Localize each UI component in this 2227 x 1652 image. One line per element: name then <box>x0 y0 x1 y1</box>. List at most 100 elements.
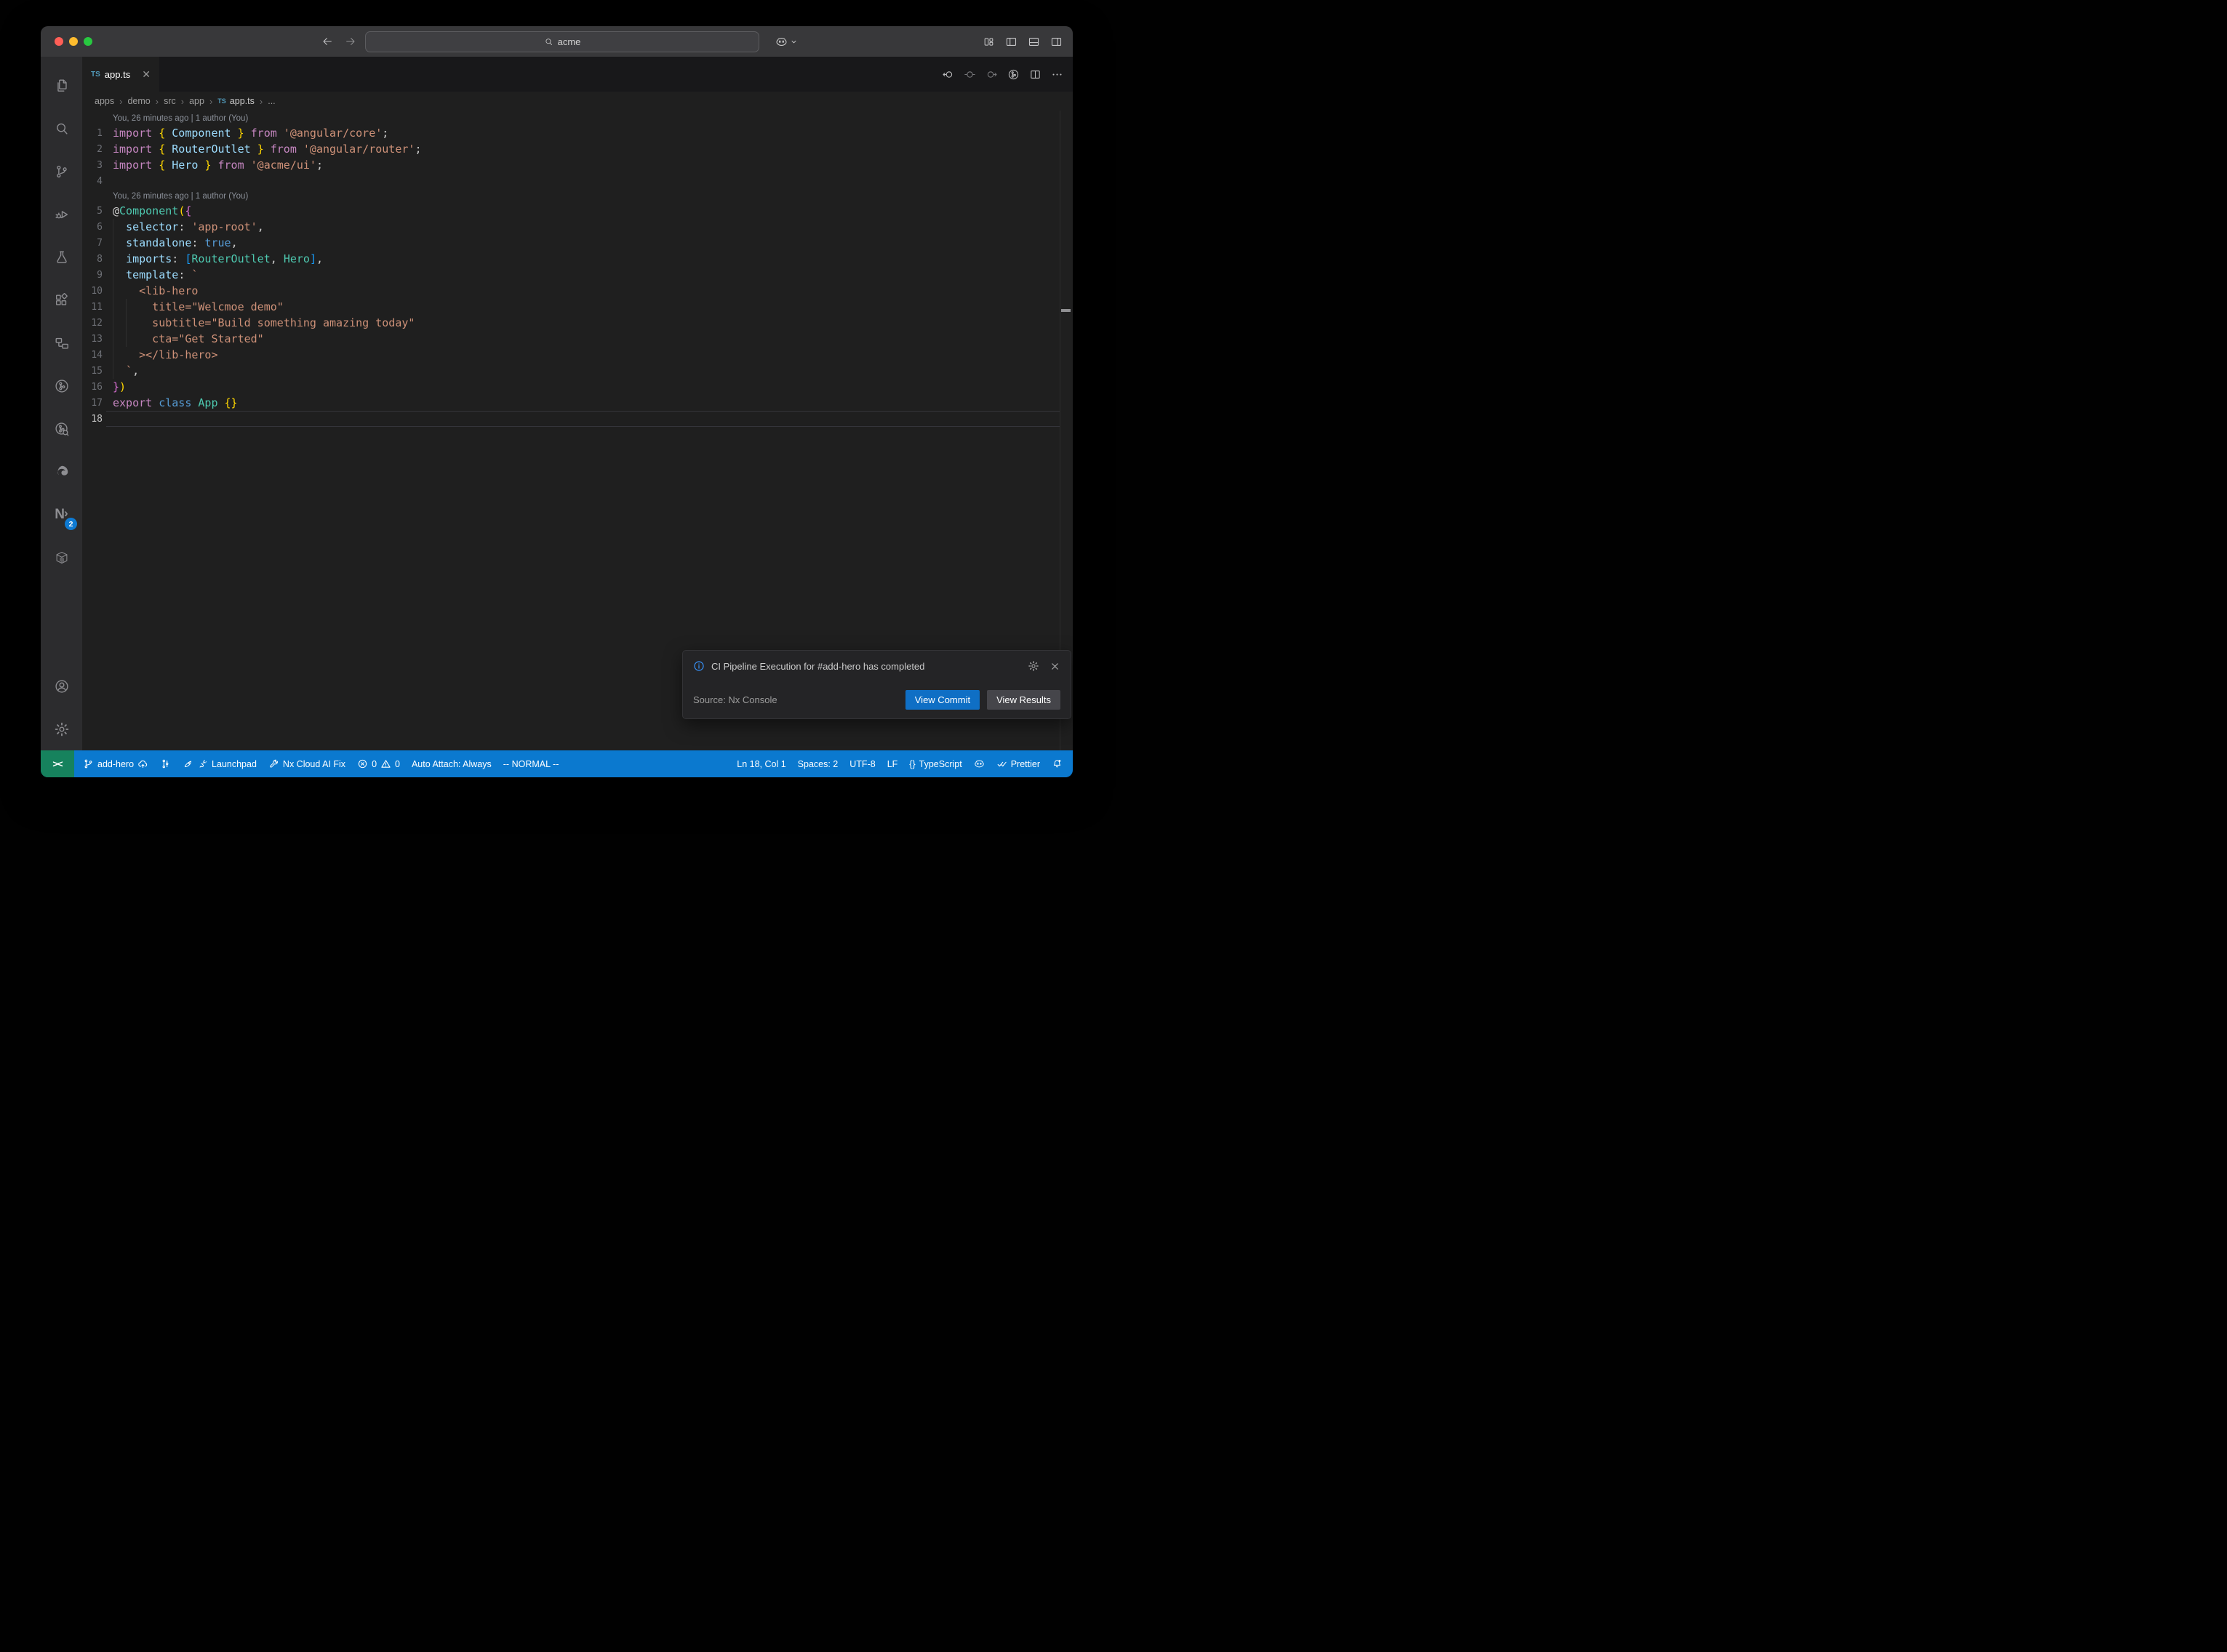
nav-back-icon[interactable] <box>942 68 954 81</box>
remote-indicator[interactable]: >< <box>41 750 74 777</box>
activity-item-edge-devtools[interactable] <box>41 450 82 493</box>
line-number[interactable]: 18 <box>82 414 103 425</box>
split-editor-icon[interactable] <box>1029 68 1041 81</box>
command-center[interactable]: acme <box>365 31 759 52</box>
breadcrumb-item-file[interactable]: TS app.ts <box>217 96 255 106</box>
prettier-item[interactable]: Prettier <box>991 750 1046 777</box>
zoom-window-button[interactable] <box>84 37 92 46</box>
view-results-button[interactable]: View Results <box>987 690 1060 710</box>
tab-app-ts[interactable]: TS app.ts ✕ <box>82 57 159 92</box>
line-number[interactable]: 13 <box>82 334 103 345</box>
launchpad-item[interactable]: Launchpad <box>177 750 263 777</box>
code-line-14[interactable]: 14 ></lib-hero> <box>82 347 1073 363</box>
tab-bar: TS app.ts ✕ <box>82 57 1073 92</box>
activity-item-search[interactable] <box>41 107 82 150</box>
code-line-15[interactable]: 15 `, <box>82 363 1073 379</box>
view-commit-button[interactable]: View Commit <box>905 690 980 710</box>
line-number[interactable]: 8 <box>82 254 103 265</box>
eol-item[interactable]: LF <box>881 750 904 777</box>
nav-location-icon[interactable] <box>964 68 976 81</box>
problems-item[interactable]: 00 <box>351 750 406 777</box>
breadcrumb-symbol-tail[interactable]: ... <box>268 96 275 106</box>
breadcrumb-item-src[interactable]: src <box>164 96 176 106</box>
more-actions-icon[interactable] <box>1051 68 1063 81</box>
minimize-window-button[interactable] <box>69 37 78 46</box>
code-line-3[interactable]: 3import { Hero } from '@acme/ui'; <box>82 157 1073 173</box>
close-icon[interactable] <box>1049 661 1060 672</box>
panel-left-icon[interactable] <box>1005 36 1017 48</box>
line-number[interactable]: 3 <box>82 160 103 171</box>
code-line-8[interactable]: 8 imports: [RouterOutlet, Hero], <box>82 251 1073 267</box>
code-line-9[interactable]: 9 template: ` <box>82 267 1073 283</box>
breadcrumb-item-apps[interactable]: apps <box>95 96 114 106</box>
line-number[interactable]: 14 <box>82 350 103 361</box>
activity-item-source-control[interactable] <box>41 150 82 193</box>
nav-forward-icon[interactable] <box>985 68 998 81</box>
line-number[interactable]: 15 <box>82 366 103 377</box>
notifications-item[interactable] <box>1046 750 1068 777</box>
close-window-button[interactable] <box>55 37 63 46</box>
typescript-file-icon: TS <box>91 71 100 79</box>
code-line-6[interactable]: 6 selector: 'app-root', <box>82 219 1073 235</box>
auto-attach-item[interactable]: Auto Attach: Always <box>406 750 497 777</box>
activity-item-settings[interactable] <box>41 707 82 750</box>
close-tab-icon[interactable]: ✕ <box>142 69 151 79</box>
code-line-11[interactable]: 11 title="Welcmoe demo" <box>82 299 1073 315</box>
encoding-item[interactable]: UTF-8 <box>844 750 881 777</box>
line-number[interactable]: 4 <box>82 176 103 187</box>
activity-item-explorer[interactable] <box>41 64 82 107</box>
code-line-12[interactable]: 12 subtitle="Build something amazing tod… <box>82 315 1073 331</box>
account-icon <box>54 678 70 694</box>
panel-right-icon[interactable] <box>1050 36 1063 48</box>
activity-item-nx-console[interactable]: N›2 <box>41 493 82 536</box>
cursor-position-item[interactable]: Ln 18, Col 1 <box>731 750 791 777</box>
activity-item-extensions[interactable] <box>41 278 82 321</box>
gear-icon[interactable] <box>1028 660 1039 672</box>
indentation-item[interactable]: Spaces: 2 <box>792 750 844 777</box>
activity-item-containers[interactable] <box>41 536 82 579</box>
line-number[interactable]: 10 <box>82 286 103 297</box>
code-line-1[interactable]: 1import { Component } from '@angular/cor… <box>82 125 1073 141</box>
line-number[interactable]: 6 <box>82 222 103 233</box>
activity-item-projects[interactable] <box>41 321 82 364</box>
copilot-item[interactable] <box>968 750 991 777</box>
line-number[interactable]: 12 <box>82 318 103 329</box>
breadcrumb-item-app[interactable]: app <box>189 96 204 106</box>
activity-item-commit-search[interactable] <box>41 407 82 450</box>
code-line-2[interactable]: 2import { RouterOutlet } from '@angular/… <box>82 141 1073 157</box>
breadcrumb-item-demo[interactable]: demo <box>127 96 150 106</box>
code-line-18[interactable]: 18 <box>82 411 1073 427</box>
code-line-16[interactable]: 16}) <box>82 379 1073 395</box>
compare-changes-item[interactable] <box>154 750 177 777</box>
arrow-left-icon[interactable] <box>321 36 333 47</box>
code-line-4[interactable]: 4 <box>82 173 1073 189</box>
activity-item-run-debug[interactable] <box>41 193 82 236</box>
nx-cloud-fix-item[interactable]: Nx Cloud AI Fix <box>263 750 351 777</box>
activity-item-commit-graph[interactable] <box>41 364 82 407</box>
code-line-13[interactable]: 13 cta="Get Started" <box>82 331 1073 347</box>
language-item[interactable]: {}TypeScript <box>903 750 967 777</box>
copilot-menu-button[interactable] <box>775 26 798 57</box>
branch-item[interactable]: add-hero <box>77 750 154 777</box>
line-number[interactable]: 1 <box>82 128 103 139</box>
code-line-17[interactable]: 17export class App {} <box>82 395 1073 411</box>
code-line-7[interactable]: 7 standalone: true, <box>82 235 1073 251</box>
panel-bottom-icon[interactable] <box>1028 36 1040 48</box>
activity-item-testing[interactable] <box>41 236 82 278</box>
line-number[interactable]: 5 <box>82 206 103 217</box>
code-editor[interactable]: You, 26 minutes ago | 1 author (You)1imp… <box>82 111 1073 750</box>
line-number[interactable]: 2 <box>82 144 103 155</box>
line-number[interactable]: 9 <box>82 270 103 281</box>
vim-mode-item[interactable]: -- NORMAL -- <box>497 750 565 777</box>
line-number[interactable]: 17 <box>82 398 103 409</box>
line-number[interactable]: 11 <box>82 302 103 313</box>
commit-graph-icon[interactable] <box>1007 68 1020 81</box>
code-line-10[interactable]: 10 <lib-hero <box>82 283 1073 299</box>
search-icon <box>54 121 70 137</box>
line-number[interactable]: 7 <box>82 238 103 249</box>
code-line-5[interactable]: 5@Component({ <box>82 203 1073 219</box>
customize-layout-icon[interactable] <box>983 36 995 48</box>
line-number[interactable]: 16 <box>82 382 103 393</box>
arrow-right-icon[interactable] <box>345 36 356 47</box>
activity-item-accounts[interactable] <box>41 665 82 707</box>
